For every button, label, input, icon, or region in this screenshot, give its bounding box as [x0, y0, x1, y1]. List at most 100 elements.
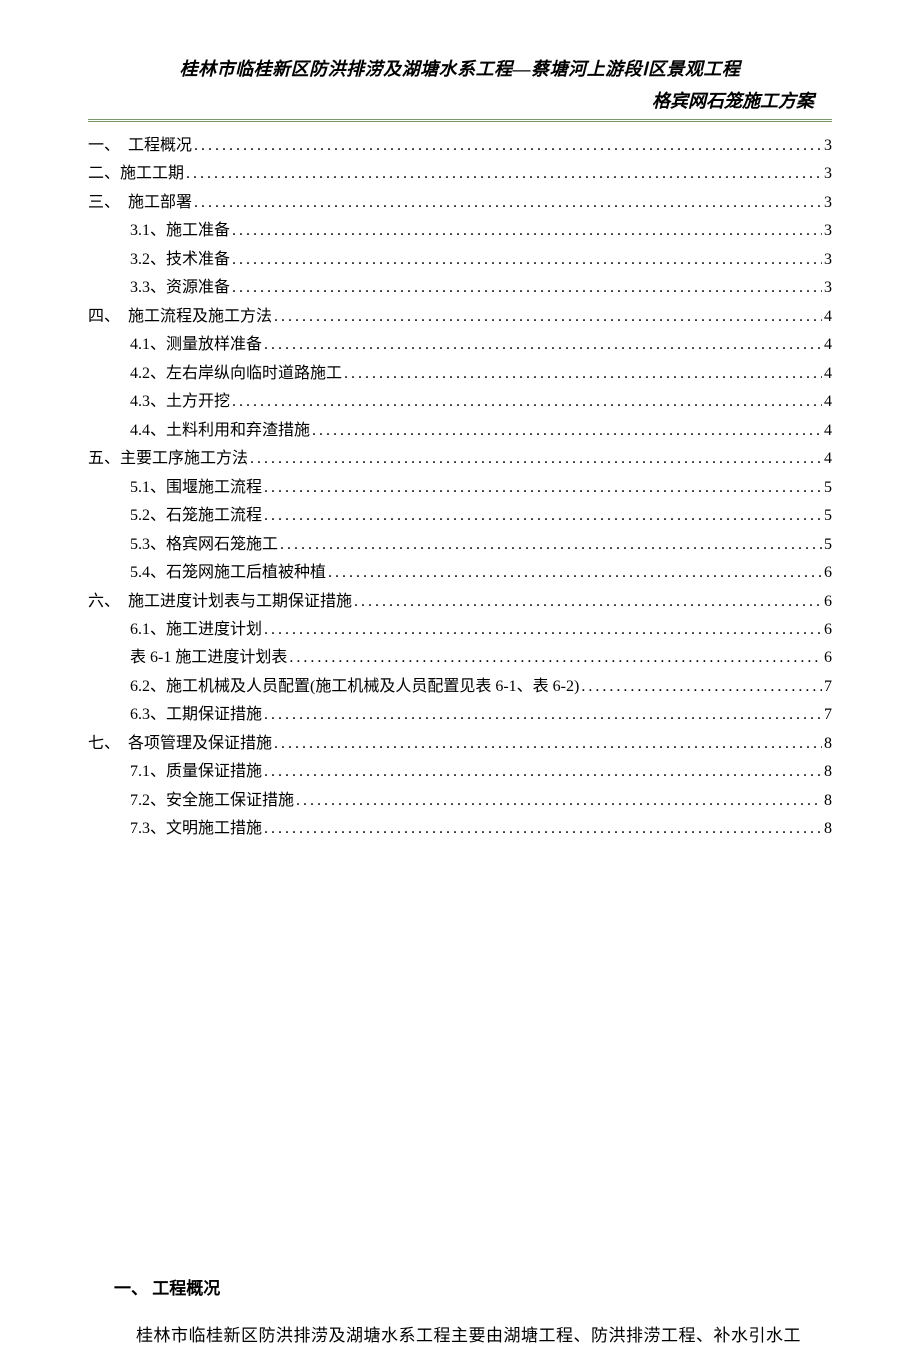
toc-entry-label: 二、施工工期 [88, 160, 184, 188]
toc-entry-page: 3 [824, 246, 832, 274]
toc-entry[interactable]: 七、 各项管理及保证措施 8 [88, 730, 832, 758]
toc-entry-page: 4 [824, 360, 832, 388]
toc-entry-label: 5.4、石笼网施工后植被种植 [130, 559, 326, 587]
toc-entry[interactable]: 7.2、安全施工保证措施 8 [88, 787, 832, 815]
toc-entry-label: 4.3、土方开挖 [130, 388, 230, 416]
toc-entry[interactable]: 3.1、施工准备 3 [88, 217, 832, 245]
toc-entry-page: 8 [824, 787, 832, 815]
toc-entry-page: 4 [824, 388, 832, 416]
header-title-line1: 桂林市临桂新区防洪排涝及湖塘水系工程—蔡塘河上游段Ⅰ区景观工程 [88, 55, 832, 81]
toc-entry[interactable]: 四、 施工流程及施工方法4 [88, 303, 832, 331]
toc-entry[interactable]: 6.2、施工机械及人员配置(施工机械及人员配置见表 6-1、表 6-2) 7 [88, 673, 832, 701]
toc-entry-label: 5.2、石笼施工流程 [130, 502, 262, 530]
body-paragraph: 桂林市临桂新区防洪排涝及湖塘水系工程主要由湖塘工程、防洪排涝工程、补水引水工 [88, 1321, 832, 1346]
toc-entry[interactable]: 3.2、技术准备 3 [88, 246, 832, 274]
toc-entry-page: 5 [824, 474, 832, 502]
toc-entry[interactable]: 表 6-1 施工进度计划表 6 [88, 644, 832, 672]
toc-leader-dots [264, 815, 822, 843]
toc-entry-page: 3 [824, 217, 832, 245]
toc-entry-label: 三、 施工部署 [88, 189, 192, 217]
section-heading: 一、 工程概况 [88, 1274, 832, 1299]
toc-entry-page: 3 [824, 160, 832, 188]
toc-entry-page: 5 [824, 502, 832, 530]
toc-leader-dots [296, 787, 822, 815]
toc-leader-dots [264, 474, 822, 502]
toc-entry-label: 5.1、围堰施工流程 [130, 474, 262, 502]
toc-entry-label: 5.3、格宾网石笼施工 [130, 531, 278, 559]
toc-entry-label: 6.1、施工进度计划 [130, 616, 262, 644]
toc-entry-page: 8 [824, 730, 832, 758]
header-divider [88, 119, 832, 122]
toc-leader-dots [186, 160, 822, 188]
toc-entry[interactable]: 5.1、围堰施工流程 5 [88, 474, 832, 502]
toc-entry-label: 4.2、左右岸纵向临时道路施工 [130, 360, 342, 388]
toc-entry-label: 一、 工程概况 [88, 132, 192, 160]
toc-leader-dots [232, 246, 822, 274]
toc-leader-dots [289, 644, 822, 672]
toc-entry-page: 5 [824, 531, 832, 559]
toc-entry-label: 3.1、施工准备 [130, 217, 230, 245]
toc-leader-dots [194, 189, 822, 217]
toc-entry-label: 7.1、质量保证措施 [130, 758, 262, 786]
toc-entry-label: 六、 施工进度计划表与工期保证措施 [88, 588, 352, 616]
toc-leader-dots [264, 758, 822, 786]
toc-entry[interactable]: 3.3、资源准备 3 [88, 274, 832, 302]
toc-entry-page: 3 [824, 274, 832, 302]
toc-entry[interactable]: 二、施工工期 3 [88, 160, 832, 188]
toc-leader-dots [312, 417, 822, 445]
toc-entry[interactable]: 5.4、石笼网施工后植被种植 6 [88, 559, 832, 587]
toc-leader-dots [264, 616, 822, 644]
toc-entry-label: 6.2、施工机械及人员配置(施工机械及人员配置见表 6-1、表 6-2) [130, 673, 579, 701]
toc-entry-page: 3 [824, 132, 832, 160]
toc-entry[interactable]: 三、 施工部署 3 [88, 189, 832, 217]
toc-entry-label: 6.3、工期保证措施 [130, 701, 262, 729]
toc-leader-dots [354, 588, 822, 616]
body-section: 一、 工程概况 桂林市临桂新区防洪排涝及湖塘水系工程主要由湖塘工程、防洪排涝工程… [88, 1274, 832, 1346]
toc-leader-dots [274, 303, 822, 331]
toc-entry-page: 6 [824, 644, 832, 672]
toc-entry-page: 4 [824, 445, 832, 473]
table-of-contents: 一、 工程概况3二、施工工期3三、 施工部署33.1、施工准备 33.2、技术准… [88, 132, 832, 844]
toc-entry-label: 7.2、安全施工保证措施 [130, 787, 294, 815]
toc-leader-dots [264, 701, 822, 729]
toc-entry-page: 7 [824, 673, 832, 701]
toc-entry[interactable]: 4.4、土料利用和弃渣措施 4 [88, 417, 832, 445]
toc-entry-label: 7.3、文明施工措施 [130, 815, 262, 843]
toc-entry-label: 3.3、资源准备 [130, 274, 230, 302]
toc-entry[interactable]: 7.1、质量保证措施 8 [88, 758, 832, 786]
toc-entry-label: 4.4、土料利用和弃渣措施 [130, 417, 310, 445]
toc-entry[interactable]: 6.3、工期保证措施 7 [88, 701, 832, 729]
toc-entry-page: 6 [824, 616, 832, 644]
toc-entry[interactable]: 6.1、施工进度计划 6 [88, 616, 832, 644]
toc-leader-dots [581, 673, 822, 701]
toc-leader-dots [264, 331, 822, 359]
toc-entry[interactable]: 一、 工程概况 3 [88, 132, 832, 160]
toc-entry-label: 3.2、技术准备 [130, 246, 230, 274]
toc-entry[interactable]: 4.3、土方开挖 4 [88, 388, 832, 416]
toc-entry-page: 4 [824, 331, 832, 359]
toc-entry[interactable]: 5.3、格宾网石笼施工 5 [88, 531, 832, 559]
header-title-line2: 格宾网石笼施工方案 [88, 87, 832, 113]
toc-entry[interactable]: 六、 施工进度计划表与工期保证措施 6 [88, 588, 832, 616]
document-page: 桂林市临桂新区防洪排涝及湖塘水系工程—蔡塘河上游段Ⅰ区景观工程 格宾网石笼施工方… [0, 0, 920, 1346]
toc-entry-page: 8 [824, 758, 832, 786]
toc-leader-dots [232, 217, 822, 245]
toc-entry[interactable]: 五、主要工序施工方法 4 [88, 445, 832, 473]
toc-entry-label: 七、 各项管理及保证措施 [88, 730, 272, 758]
toc-leader-dots [328, 559, 822, 587]
page-header: 桂林市临桂新区防洪排涝及湖塘水系工程—蔡塘河上游段Ⅰ区景观工程 格宾网石笼施工方… [88, 55, 832, 113]
toc-entry-label: 四、 施工流程及施工方法 [88, 303, 272, 331]
toc-entry[interactable]: 4.1、测量放样准备 4 [88, 331, 832, 359]
toc-entry-page: 6 [824, 588, 832, 616]
toc-entry[interactable]: 7.3、文明施工措施 8 [88, 815, 832, 843]
toc-entry-label: 表 6-1 施工进度计划表 [130, 644, 287, 672]
toc-entry-page: 6 [824, 559, 832, 587]
toc-entry-page: 3 [824, 189, 832, 217]
toc-entry[interactable]: 4.2、左右岸纵向临时道路施工 4 [88, 360, 832, 388]
toc-leader-dots [232, 388, 822, 416]
toc-entry-label: 五、主要工序施工方法 [88, 445, 248, 473]
toc-entry-label: 4.1、测量放样准备 [130, 331, 262, 359]
toc-entry[interactable]: 5.2、石笼施工流程 5 [88, 502, 832, 530]
toc-entry-page: 7 [824, 701, 832, 729]
toc-leader-dots [264, 502, 822, 530]
